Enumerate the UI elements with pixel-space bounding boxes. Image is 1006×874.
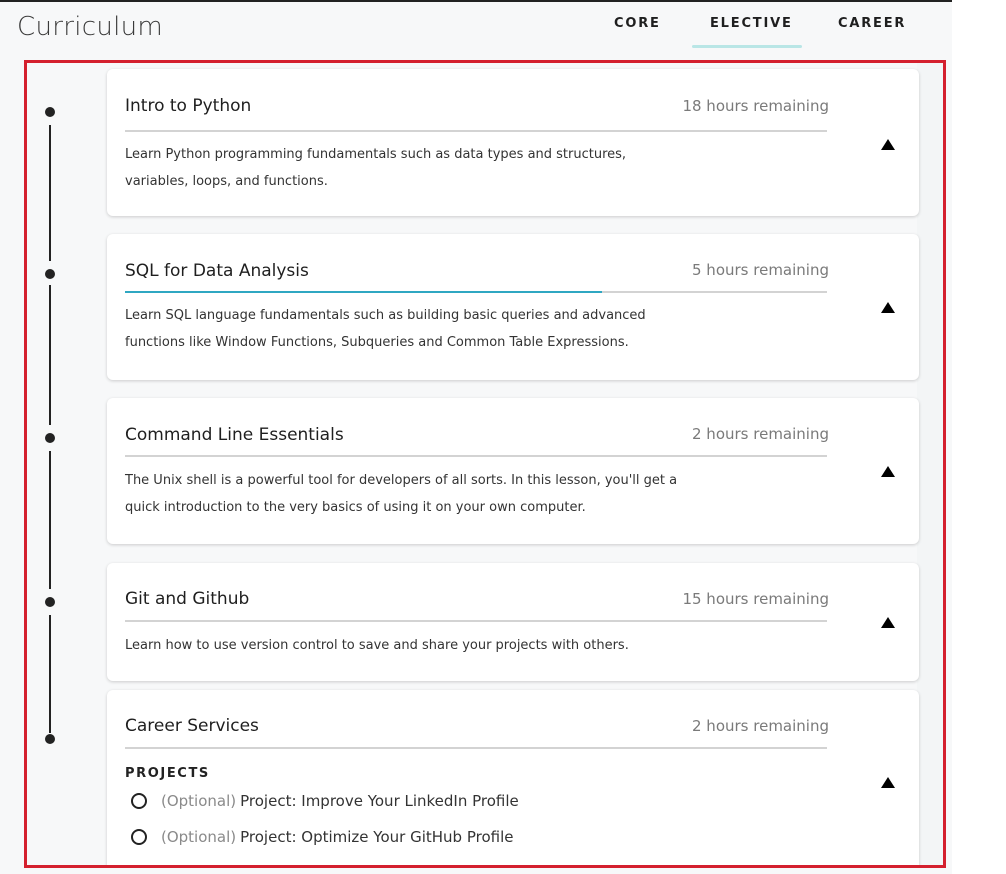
progress-track [125, 620, 827, 622]
hours-remaining: 15 hours remaining [682, 590, 829, 608]
timeline-dot [45, 734, 55, 744]
course-card-sql-for-data-analysis[interactable]: SQL for Data Analysis 5 hours remaining … [107, 234, 919, 380]
optional-tag: (Optional) [161, 828, 237, 846]
hours-remaining: 2 hours remaining [692, 717, 829, 735]
course-description: Learn how to use version control to save… [125, 638, 629, 653]
collapse-toggle-icon[interactable] [881, 466, 895, 478]
course-card-git-and-github[interactable]: Git and Github 15 hours remaining Learn … [107, 563, 919, 681]
project-item-linkedin[interactable]: (Optional) Project: Improve Your LinkedI… [131, 790, 519, 812]
incomplete-circle-icon[interactable] [131, 793, 147, 809]
tab-core[interactable]: CORE [614, 16, 661, 31]
progress-track [125, 455, 827, 457]
course-title: SQL for Data Analysis [125, 261, 309, 281]
hours-remaining: 5 hours remaining [692, 261, 829, 279]
progress-fill [125, 291, 603, 293]
collapse-toggle-icon[interactable] [881, 777, 895, 789]
course-title: Intro to Python [125, 96, 252, 116]
highlighted-course-list: Intro to Python 18 hours remaining Learn… [24, 60, 946, 868]
collapse-toggle-icon[interactable] [881, 139, 895, 151]
timeline-dot [45, 597, 55, 607]
course-description: Learn Python programming fundamentals su… [125, 147, 627, 189]
timeline-dot [45, 433, 55, 443]
hours-remaining: 18 hours remaining [682, 97, 829, 115]
timeline-dot [45, 269, 55, 279]
timeline-dot [45, 107, 55, 117]
course-card-command-line-essentials[interactable]: Command Line Essentials 2 hours remainin… [107, 398, 919, 544]
progress-track [125, 747, 827, 749]
course-description: Learn SQL language fundamentals such as … [125, 308, 646, 350]
incomplete-circle-icon[interactable] [131, 829, 147, 845]
project-name: Project: Improve Your LinkedIn Profile [240, 792, 519, 810]
projects-heading: PROJECTS [125, 766, 210, 781]
optional-tag: (Optional) [161, 792, 237, 810]
page-title: Curriculum [17, 12, 164, 42]
timeline [27, 63, 107, 865]
tab-career[interactable]: CAREER [838, 16, 906, 31]
course-card-career-services[interactable]: Career Services 2 hours remaining PROJEC… [107, 690, 919, 865]
course-description: The Unix shell is a powerful tool for de… [125, 473, 678, 515]
course-title: Command Line Essentials [125, 425, 344, 445]
collapse-toggle-icon[interactable] [881, 302, 895, 314]
tab-elective[interactable]: ELECTIVE [710, 16, 793, 31]
course-card-intro-to-python[interactable]: Intro to Python 18 hours remaining Learn… [107, 69, 919, 216]
course-title: Git and Github [125, 589, 250, 609]
timeline-line [49, 615, 51, 733]
active-tab-indicator [692, 45, 802, 48]
scroll-gutter [917, 63, 943, 865]
project-name: Project: Optimize Your GitHub Profile [240, 828, 514, 846]
course-title: Career Services [125, 716, 259, 736]
collapse-toggle-icon[interactable] [881, 617, 895, 629]
hours-remaining: 2 hours remaining [692, 425, 829, 443]
timeline-line [49, 125, 51, 261]
timeline-line [49, 285, 51, 425]
progress-track [125, 130, 827, 132]
project-item-github[interactable]: (Optional) Project: Optimize Your GitHub… [131, 826, 513, 848]
progress-track [125, 291, 827, 293]
curriculum-page: Curriculum CORE ELECTIVE CAREER Intro to… [0, 0, 952, 874]
timeline-line [49, 451, 51, 589]
